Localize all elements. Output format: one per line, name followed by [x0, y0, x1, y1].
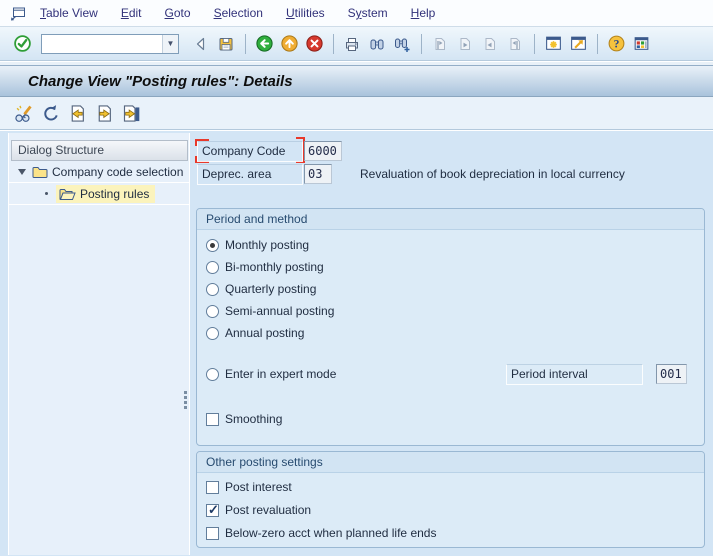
last-page-icon [503, 32, 527, 56]
radio-button[interactable] [206, 327, 219, 340]
radio-button[interactable] [206, 283, 219, 296]
checkbox-below-zero-acct[interactable]: Below-zero acct when planned life ends [206, 524, 436, 542]
group-header: Other posting settings [197, 452, 704, 473]
checkbox-smoothing[interactable]: Smoothing [206, 410, 282, 428]
radio-annual-posting[interactable]: Annual posting [206, 324, 304, 342]
menu-goto[interactable]: Goto [165, 6, 191, 20]
undo-icon[interactable] [37, 100, 64, 127]
display-change-icon[interactable] [10, 100, 37, 127]
sap-window: Table View Edit Goto Selection Utilities… [0, 0, 713, 556]
toolbar-separator [245, 34, 246, 54]
panel-splitter-handle[interactable] [184, 389, 189, 411]
back-step-icon[interactable] [189, 32, 213, 56]
customize-local-layout-icon[interactable] [629, 32, 653, 56]
radio-button[interactable] [206, 239, 219, 252]
checkbox-post-interest[interactable]: Post interest [206, 478, 292, 496]
caret-down-icon[interactable] [18, 169, 26, 175]
deprec-area-field[interactable]: 03 [304, 164, 332, 184]
find-icon[interactable] [365, 32, 389, 56]
period-interval-field[interactable]: 001 [656, 364, 687, 384]
enter-icon[interactable] [10, 32, 34, 56]
title-bar: Change View "Posting rules": Details [0, 66, 713, 97]
deprec-area-label: Deprec. area [197, 164, 303, 185]
other-entry-icon[interactable] [118, 100, 145, 127]
checkbox[interactable] [206, 527, 219, 540]
svg-text:?: ? [613, 38, 619, 51]
application-toolbar [0, 97, 713, 130]
menu-table-view[interactable]: Table View [40, 6, 98, 20]
find-next-icon[interactable] [390, 32, 414, 56]
period-and-method-group: Period and method Monthly posting Bi-mon… [196, 208, 705, 446]
selected-node-highlight[interactable]: Posting rules [56, 185, 155, 203]
period-interval-label: Period interval [506, 364, 643, 385]
previous-entry-icon[interactable] [64, 100, 91, 127]
radio-quarterly-posting[interactable]: Quarterly posting [206, 280, 316, 298]
first-page-icon [428, 32, 452, 56]
system-menu-icon[interactable] [8, 3, 28, 23]
menu-bar: Table View Edit Goto Selection Utilities… [0, 0, 713, 27]
dialog-structure-header: Dialog Structure [11, 140, 188, 161]
radio-bi-monthly-posting[interactable]: Bi-monthly posting [206, 258, 324, 276]
exit-icon[interactable] [277, 32, 301, 56]
standard-toolbar: ▼ [0, 27, 713, 61]
group-header: Period and method [197, 209, 704, 230]
main-content: Dialog Structure Company code selection … [0, 130, 713, 555]
menu-utilities[interactable]: Utilities [286, 6, 325, 20]
menu-selection[interactable]: Selection [214, 6, 263, 20]
radio-enter-in-expert-mode[interactable]: Enter in expert mode [206, 365, 336, 383]
tree-node-posting-rules[interactable]: Posting rules [9, 183, 189, 205]
page-title: Change View "Posting rules": Details [28, 73, 293, 90]
other-posting-settings-group: Other posting settings Post interest Pos… [196, 451, 705, 548]
radio-semi-annual-posting[interactable]: Semi-annual posting [206, 302, 334, 320]
menu-help[interactable]: Help [411, 6, 436, 20]
command-field-input[interactable] [42, 36, 162, 52]
tree-node-label: Posting rules [80, 187, 149, 201]
dialog-structure-panel: Dialog Structure Company code selection … [8, 133, 190, 555]
checkbox[interactable] [206, 413, 219, 426]
folder-open-icon [59, 187, 76, 201]
command-field: ▼ [41, 34, 179, 54]
company-code-label: Company Code [197, 141, 303, 162]
previous-page-icon [453, 32, 477, 56]
command-dropdown-icon[interactable]: ▼ [162, 35, 178, 53]
toolbar-separator [333, 34, 334, 54]
save-icon[interactable] [214, 32, 238, 56]
toolbar-separator [534, 34, 535, 54]
checkbox[interactable] [206, 481, 219, 494]
tree-node-label: Company code selection [52, 165, 183, 179]
radio-button[interactable] [206, 261, 219, 274]
toolbar-separator [597, 34, 598, 54]
folder-closed-icon [32, 165, 48, 179]
tree-node-company-code-selection[interactable]: Company code selection [9, 161, 189, 183]
company-code-field[interactable]: 6000 [304, 141, 342, 161]
menu-system[interactable]: System [348, 6, 388, 20]
help-icon[interactable]: ? [604, 32, 628, 56]
radio-monthly-posting[interactable]: Monthly posting [206, 236, 309, 254]
next-page-icon [478, 32, 502, 56]
toolbar-separator [421, 34, 422, 54]
cancel-icon[interactable] [302, 32, 326, 56]
radio-button[interactable] [206, 305, 219, 318]
new-session-icon[interactable] [541, 32, 565, 56]
radio-button[interactable] [206, 368, 219, 381]
checkbox-post-revaluation[interactable]: Post revaluation [206, 501, 311, 519]
deprec-area-description: Revaluation of book depreciation in loca… [360, 164, 625, 185]
back-icon[interactable] [252, 32, 276, 56]
print-icon[interactable] [340, 32, 364, 56]
next-entry-icon[interactable] [91, 100, 118, 127]
menu-edit[interactable]: Edit [121, 6, 142, 20]
checkbox[interactable] [206, 504, 219, 517]
create-shortcut-icon[interactable] [566, 32, 590, 56]
bullet-icon [45, 192, 48, 195]
